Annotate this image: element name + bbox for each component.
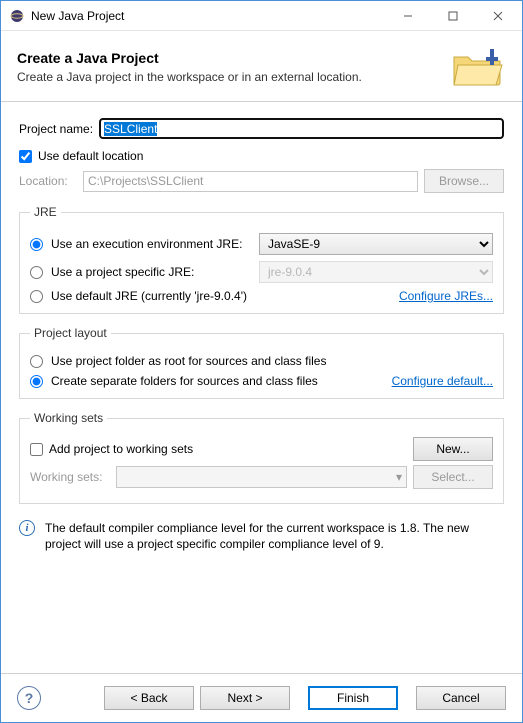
jre-specific-select: jre-9.0.4: [259, 261, 493, 283]
use-default-location-label[interactable]: Use default location: [38, 149, 143, 163]
location-input: [83, 171, 418, 192]
jre-legend: JRE: [30, 205, 61, 219]
help-icon[interactable]: ?: [17, 686, 41, 710]
jre-env-label[interactable]: Use an execution environment JRE:: [51, 237, 251, 251]
folder-icon: [450, 43, 506, 91]
new-working-set-button[interactable]: New...: [413, 437, 493, 461]
layout-separate-radio[interactable]: [30, 375, 43, 388]
layout-group: Project layout Use project folder as roo…: [19, 326, 504, 399]
wizard-body: Project name: Use default location Locat…: [1, 102, 522, 673]
titlebar: New Java Project: [1, 1, 522, 31]
close-button[interactable]: [475, 2, 520, 30]
wizard-header: Create a Java Project Create a Java proj…: [1, 31, 522, 102]
maximize-button[interactable]: [430, 2, 475, 30]
use-default-location-checkbox[interactable]: [19, 150, 32, 163]
working-sets-legend: Working sets: [30, 411, 107, 425]
select-working-set-button: Select...: [413, 465, 493, 489]
jre-specific-label[interactable]: Use a project specific JRE:: [51, 265, 251, 279]
info-icon: i: [19, 520, 35, 536]
working-sets-combo: ▾: [116, 466, 407, 488]
jre-group: JRE Use an execution environment JRE: Ja…: [19, 205, 504, 314]
back-button[interactable]: < Back: [104, 686, 194, 710]
browse-button: Browse...: [424, 169, 504, 193]
jre-default-radio[interactable]: [30, 290, 43, 303]
jre-env-select[interactable]: JavaSE-9: [259, 233, 493, 255]
eclipse-icon: [9, 8, 25, 24]
wizard-footer: ? < Back Next > Finish Cancel: [1, 673, 522, 722]
chevron-down-icon: ▾: [396, 470, 402, 484]
working-sets-label: Working sets:: [30, 470, 110, 484]
layout-root-radio[interactable]: [30, 355, 43, 368]
layout-root-label[interactable]: Use project folder as root for sources a…: [51, 354, 326, 368]
jre-specific-radio[interactable]: [30, 266, 43, 279]
cancel-button[interactable]: Cancel: [416, 686, 506, 710]
jre-default-label[interactable]: Use default JRE (currently 'jre-9.0.4'): [51, 289, 247, 303]
page-description: Create a Java project in the workspace o…: [17, 70, 450, 84]
info-message: i The default compiler compliance level …: [19, 520, 504, 552]
project-name-input[interactable]: [99, 118, 504, 139]
page-title: Create a Java Project: [17, 50, 450, 66]
add-working-sets-label[interactable]: Add project to working sets: [49, 442, 407, 456]
finish-button[interactable]: Finish: [308, 686, 398, 710]
project-name-label: Project name:: [19, 122, 93, 136]
layout-legend: Project layout: [30, 326, 111, 340]
minimize-button[interactable]: [385, 2, 430, 30]
working-sets-group: Working sets Add project to working sets…: [19, 411, 504, 504]
layout-separate-label[interactable]: Create separate folders for sources and …: [51, 374, 318, 388]
info-text: The default compiler compliance level fo…: [45, 520, 504, 552]
location-label: Location:: [19, 174, 77, 188]
next-button[interactable]: Next >: [200, 686, 290, 710]
window-title: New Java Project: [31, 9, 385, 23]
add-working-sets-checkbox[interactable]: [30, 443, 43, 456]
configure-default-link[interactable]: Configure default...: [392, 374, 493, 388]
configure-jres-link[interactable]: Configure JREs...: [399, 289, 493, 303]
jre-env-radio[interactable]: [30, 238, 43, 251]
